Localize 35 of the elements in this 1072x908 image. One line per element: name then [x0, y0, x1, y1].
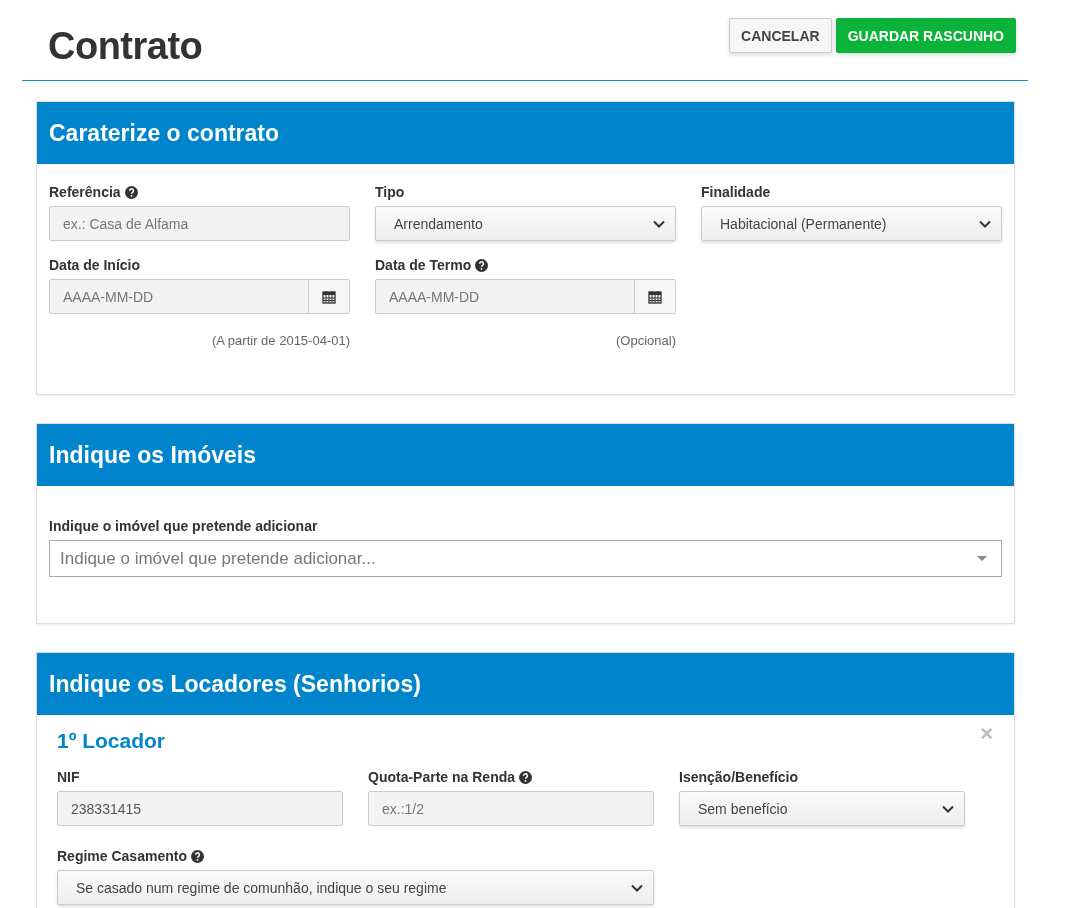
chevron-down-icon: [979, 219, 991, 228]
field-label: Indique o imóvel que pretende adicionar: [49, 518, 318, 534]
field-label: Quota-Parte na Renda: [368, 769, 533, 785]
text-field[interactable]: ex.:1/2: [368, 791, 654, 826]
field-label: NIF: [57, 769, 80, 785]
field-label: Finalidade: [701, 184, 771, 200]
chevron-down-icon: [631, 883, 643, 892]
field-label: Tipo: [375, 184, 405, 200]
calendar-icon[interactable]: [322, 289, 336, 304]
chevron-down-icon: [942, 804, 954, 813]
select-dropdown[interactable]: Habitacional (Permanente): [701, 206, 1002, 241]
person-title: 1º Locador: [57, 729, 167, 753]
caret-icon: [977, 556, 987, 561]
field-label: Data de Início: [49, 257, 141, 273]
select-dropdown[interactable]: Sem benefício: [679, 791, 965, 826]
text-field[interactable]: 238331415: [57, 791, 343, 826]
panel-header: Indique os Locadores (Senhorios): [37, 653, 1014, 715]
date-field[interactable]: AAAA-MM-DD: [49, 279, 350, 314]
text-field[interactable]: ex.: Casa de Alfama: [49, 206, 350, 241]
field-label: Data de Termo: [375, 257, 489, 273]
select-dropdown[interactable]: Arrendamento: [375, 206, 676, 241]
hint-text: (Opcional): [615, 333, 676, 348]
field-label: Referência: [49, 184, 138, 200]
panel-header: Indique os Imóveis: [37, 424, 1014, 486]
cancel-button[interactable]: CANCELAR: [729, 18, 832, 53]
field-label: Regime Casamento: [57, 848, 204, 864]
select-dropdown[interactable]: Se casado num regime de comunhão, indique o seu regime: [57, 870, 654, 905]
page-title: Contrato: [48, 24, 203, 68]
panel-header: Caraterize o contrato: [37, 102, 1014, 164]
field-label: Isenção/Benefício: [679, 769, 799, 785]
hint-text: (A partir de 2015-04-01): [210, 333, 350, 348]
chevron-down-icon: [653, 219, 665, 228]
date-field[interactable]: AAAA-MM-DD: [375, 279, 676, 314]
search-dropdown[interactable]: Indique o imóvel que pretende adicionar...: [49, 540, 1002, 577]
calendar-icon[interactable]: [648, 289, 662, 304]
